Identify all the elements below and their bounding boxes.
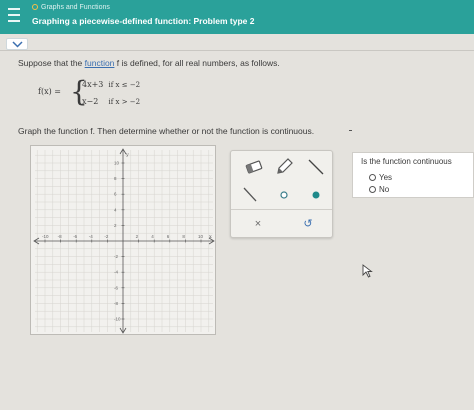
toolbar-divider bbox=[231, 209, 332, 210]
menu-icon[interactable] bbox=[8, 8, 20, 22]
y-tick-label: -8 bbox=[114, 301, 118, 306]
instruction-text: Graph the function f. Then determine whe… bbox=[18, 126, 315, 136]
breadcrumb: Graphs and Functions bbox=[32, 4, 110, 11]
clear-button[interactable]: × bbox=[247, 215, 269, 233]
x-tick-label: -8 bbox=[58, 234, 62, 239]
x-axis-label: x bbox=[209, 234, 212, 240]
segment-tool-icon[interactable] bbox=[239, 185, 261, 205]
page-title: Graphing a piecewise-defined function: P… bbox=[32, 16, 255, 26]
piece-2: x−2 if x > −2 bbox=[82, 97, 141, 106]
y-tick-label: -10 bbox=[114, 317, 121, 322]
option-no[interactable]: No bbox=[369, 185, 389, 194]
top-bar: Graphs and Functions Graphing a piecewis… bbox=[0, 0, 474, 34]
y-tick-label: -6 bbox=[114, 285, 118, 290]
stray-mark bbox=[349, 130, 352, 131]
drawing-toolbar: × ↺ bbox=[230, 150, 333, 238]
function-name: f(x) = bbox=[38, 87, 61, 96]
divider bbox=[0, 50, 474, 51]
radio-no[interactable] bbox=[369, 186, 376, 193]
graph-canvas[interactable]: x y -10 -8 -6 -4 -2 2 4 6 8 10 10 8 6 4 2 -2 -4 -6 -8 -10 bbox=[30, 145, 216, 335]
x-tick-label: 6 bbox=[167, 234, 170, 239]
eraser-icon[interactable] bbox=[243, 157, 265, 177]
answer-panel: Is the function continuous Yes No bbox=[352, 152, 474, 198]
piece-1: 4x+3 if x ≤ −2 bbox=[82, 80, 141, 89]
x-tick-label: -6 bbox=[73, 234, 77, 239]
open-point-icon[interactable] bbox=[273, 185, 295, 205]
x-tick-label: 10 bbox=[198, 234, 204, 239]
radio-yes[interactable] bbox=[369, 174, 376, 181]
x-tick-label: -2 bbox=[104, 234, 108, 239]
x-tick-label: 2 bbox=[136, 234, 139, 239]
chevron-down-icon bbox=[12, 41, 23, 48]
y-axis-label: y bbox=[125, 152, 129, 158]
function-link[interactable]: function bbox=[85, 58, 115, 68]
x-tick-label: -10 bbox=[42, 234, 49, 239]
y-tick-label: 10 bbox=[114, 161, 120, 166]
line-tool-icon[interactable] bbox=[305, 157, 327, 177]
x-tick-label: 4 bbox=[151, 234, 154, 239]
collapse-button[interactable] bbox=[6, 38, 28, 50]
option-yes[interactable]: Yes bbox=[369, 173, 392, 182]
pencil-icon[interactable] bbox=[273, 156, 295, 176]
mouse-cursor-icon bbox=[362, 264, 373, 278]
topic-dot-icon bbox=[32, 4, 38, 10]
closed-point-icon[interactable] bbox=[305, 185, 327, 205]
x-tick-label: -4 bbox=[89, 234, 93, 239]
question-intro: Suppose that the function f is defined, … bbox=[18, 58, 280, 68]
coordinate-grid[interactable]: xy-10 -8 -6 -4 -2 2 4 6 8 10108642-2-4-6-8-10 bbox=[31, 146, 217, 336]
undo-button[interactable]: ↺ bbox=[297, 215, 319, 233]
continuity-question: Is the function continuous bbox=[361, 157, 452, 166]
y-tick-label: -2 bbox=[114, 254, 118, 259]
x-tick-label: 8 bbox=[182, 234, 185, 239]
y-tick-label: -4 bbox=[114, 270, 118, 275]
